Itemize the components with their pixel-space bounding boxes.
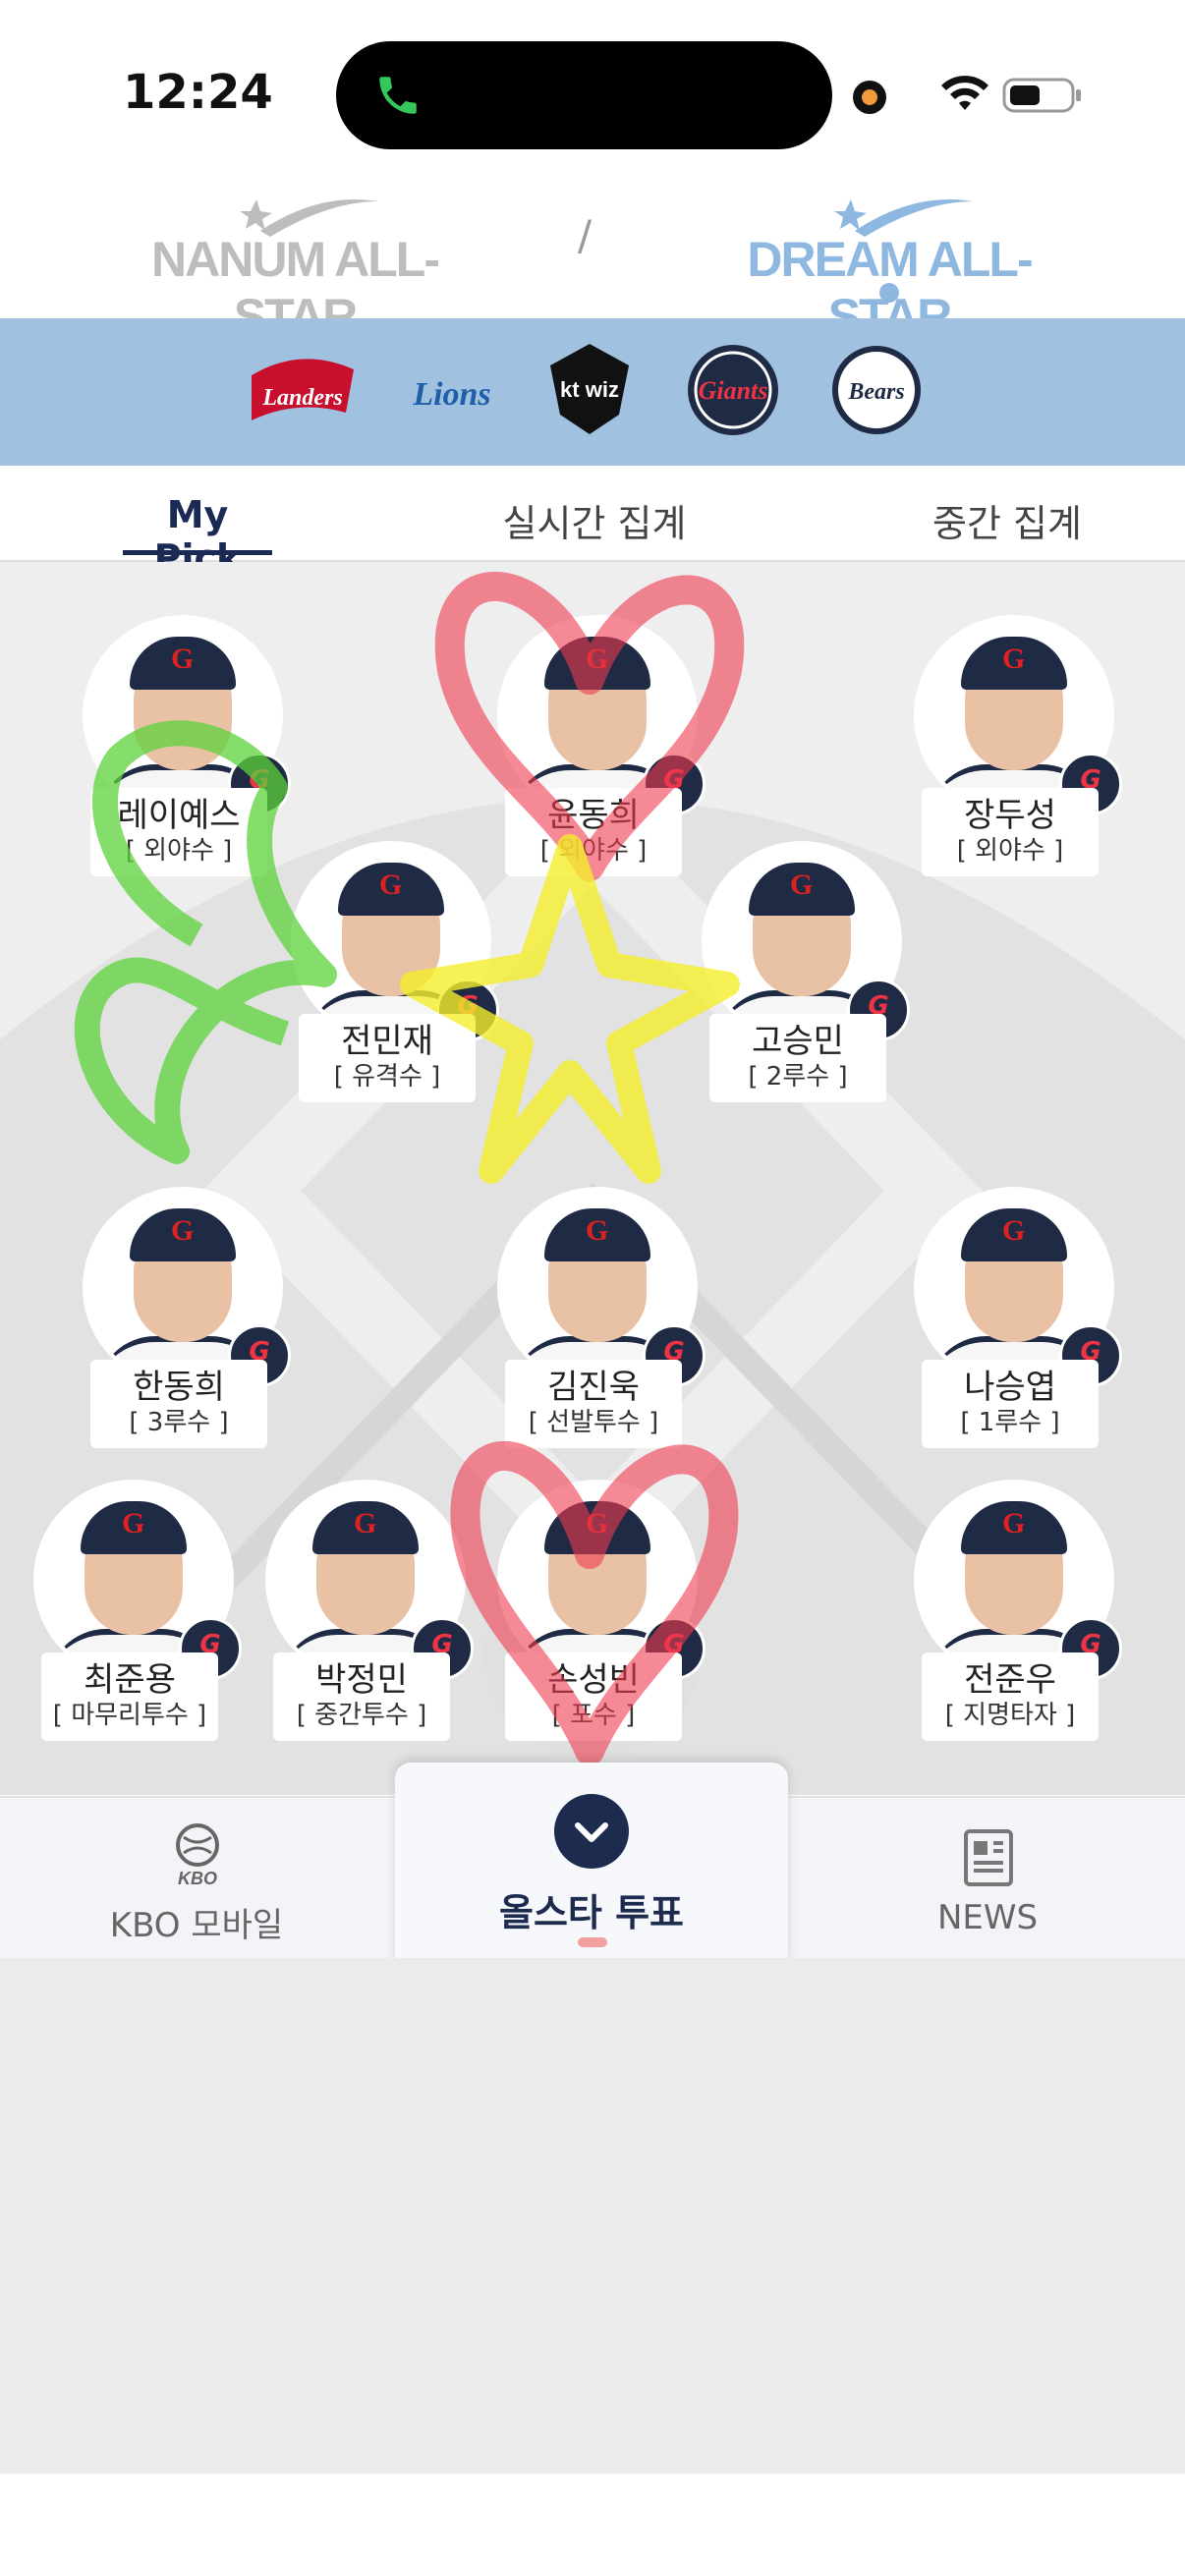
player-name: 고승민 [752, 1022, 844, 1061]
nav-kbo-label: KBO 모바일 [109, 1906, 284, 1945]
wifi-icon [941, 76, 988, 110]
selected-league-indicator [879, 283, 899, 303]
player-position: [ 유격수 ] [333, 1062, 441, 1092]
player-name: 최준용 [84, 1660, 176, 1700]
player-card[interactable]: 레이예스 [ 외야수 ] [83, 615, 291, 880]
player-label: 장두성 [ 외야수 ] [922, 788, 1099, 876]
player-card[interactable]: 최준용 [ 마무리투수 ] [33, 1480, 242, 1745]
team-lions-logo[interactable]: Lions [393, 336, 511, 444]
svg-text:KBO: KBO [178, 1869, 217, 1886]
dynamic-island[interactable] [336, 41, 832, 149]
team-landers-logo[interactable]: Landers [244, 336, 362, 444]
player-name: 손성빈 [547, 1660, 640, 1700]
nav-vote-label: 올스타 투표 [498, 1891, 685, 1934]
tab-live-count[interactable]: 실시간 집계 [491, 493, 698, 547]
vote-tabs: My Pick 실시간 집계 중간 집계 [0, 466, 1185, 580]
nav-allstar-vote[interactable]: 올스타 투표 [395, 1763, 788, 1969]
player-card[interactable]: 나승엽 [ 1루수 ] [914, 1187, 1122, 1452]
empty-content-area [0, 1958, 1185, 2474]
player-position: [ 1루수 ] [960, 1408, 1060, 1437]
svg-text:Lions: Lions [412, 376, 490, 413]
player-label: 레이예스 [ 외야수 ] [90, 788, 267, 876]
team-ktwiz-logo[interactable]: kt wiz [531, 336, 649, 444]
player-name: 장두성 [964, 796, 1056, 835]
player-card[interactable]: 전준우 [ 지명타자 ] [914, 1480, 1122, 1745]
active-tab-indicator [123, 550, 272, 555]
player-card[interactable]: 손성빈 [ 포수 ] [497, 1480, 705, 1745]
team-bears-logo[interactable]: Bears [818, 336, 935, 444]
baseball-field: 레이예스 [ 외야수 ] 윤동희 [ 외야수 ] 장두성 [ 외야수 ] 전민재… [0, 562, 1185, 1795]
player-label: 박정민 [ 중간투수 ] [273, 1652, 450, 1741]
news-icon [964, 1829, 1013, 1886]
team-selector-bar: Landers Lions kt wiz Giants Bears [0, 318, 1185, 466]
player-label: 손성빈 [ 포수 ] [505, 1652, 682, 1741]
kbo-logo-icon: KBO [176, 1823, 219, 1886]
player-label: 나승엽 [ 1루수 ] [922, 1360, 1099, 1448]
player-name: 김진욱 [547, 1368, 640, 1407]
player-name: 박정민 [315, 1660, 408, 1700]
league-separator: / [578, 211, 592, 259]
nanum-allstar-logo[interactable]: NANUM ALL-STAR [133, 192, 457, 344]
player-name: 레이예스 [117, 796, 241, 835]
svg-text:kt wiz: kt wiz [560, 377, 619, 402]
player-label: 최준용 [ 마무리투수 ] [41, 1652, 218, 1741]
player-card[interactable]: 전민재 [ 유격수 ] [291, 841, 499, 1106]
battery-icon [1002, 78, 1081, 113]
allstar-league-switch: NANUM ALL-STAR / DREAM ALL-STAR [0, 192, 1185, 344]
player-position: [ 포수 ] [551, 1701, 636, 1730]
phone-icon [379, 77, 417, 114]
tab-interim-count[interactable]: 중간 집계 [904, 493, 1110, 547]
player-card[interactable]: 박정민 [ 중간투수 ] [265, 1480, 474, 1745]
svg-text:Giants: Giants [699, 376, 768, 405]
player-position: [ 외야수 ] [956, 836, 1064, 866]
player-position: [ 중간투수 ] [296, 1701, 427, 1730]
svg-text:Landers: Landers [261, 385, 342, 411]
player-card[interactable]: 윤동희 [ 외야수 ] [497, 615, 705, 880]
player-card[interactable]: 고승민 [ 2루수 ] [702, 841, 910, 1106]
player-name: 한동희 [133, 1368, 225, 1407]
player-label: 김진욱 [ 선발투수 ] [505, 1360, 682, 1448]
player-label: 한동희 [ 3루수 ] [90, 1360, 267, 1448]
nav-news-label: NEWS [936, 1898, 1039, 1937]
player-card[interactable]: 장두성 [ 외야수 ] [914, 615, 1122, 880]
player-position: [ 외야수 ] [539, 836, 648, 866]
player-position: [ 마무리투수 ] [52, 1701, 207, 1730]
player-position: [ 선발투수 ] [528, 1408, 659, 1437]
svg-text:Bears: Bears [847, 379, 904, 405]
player-label: 전준우 [ 지명타자 ] [922, 1652, 1099, 1741]
recording-indicator-icon [853, 81, 886, 114]
player-position: [ 3루수 ] [129, 1408, 229, 1437]
player-card[interactable]: 한동희 [ 3루수 ] [83, 1187, 291, 1452]
status-time: 12:24 [123, 65, 273, 120]
player-name: 윤동희 [547, 796, 640, 835]
nav-active-indicator [578, 1937, 607, 1947]
player-position: [ 지명타자 ] [944, 1701, 1076, 1730]
player-position: [ 2루수 ] [748, 1062, 848, 1092]
player-label: 고승민 [ 2루수 ] [709, 1014, 886, 1102]
player-label: 윤동희 [ 외야수 ] [505, 788, 682, 876]
chevron-down-icon[interactable] [554, 1794, 629, 1869]
nav-news[interactable]: NEWS [875, 1798, 1100, 1960]
status-bar: 12:24 [0, 0, 1185, 187]
player-name: 나승엽 [964, 1368, 1056, 1407]
player-position: [ 외야수 ] [125, 836, 233, 866]
player-name: 전준우 [964, 1660, 1056, 1700]
player-name: 전민재 [341, 1022, 433, 1061]
player-label: 전민재 [ 유격수 ] [299, 1014, 476, 1102]
nav-kbo-mobile[interactable]: KBO KBO 모바일 [59, 1798, 334, 1960]
team-giants-logo[interactable]: Giants [674, 336, 792, 444]
player-card[interactable]: 김진욱 [ 선발투수 ] [497, 1187, 705, 1452]
